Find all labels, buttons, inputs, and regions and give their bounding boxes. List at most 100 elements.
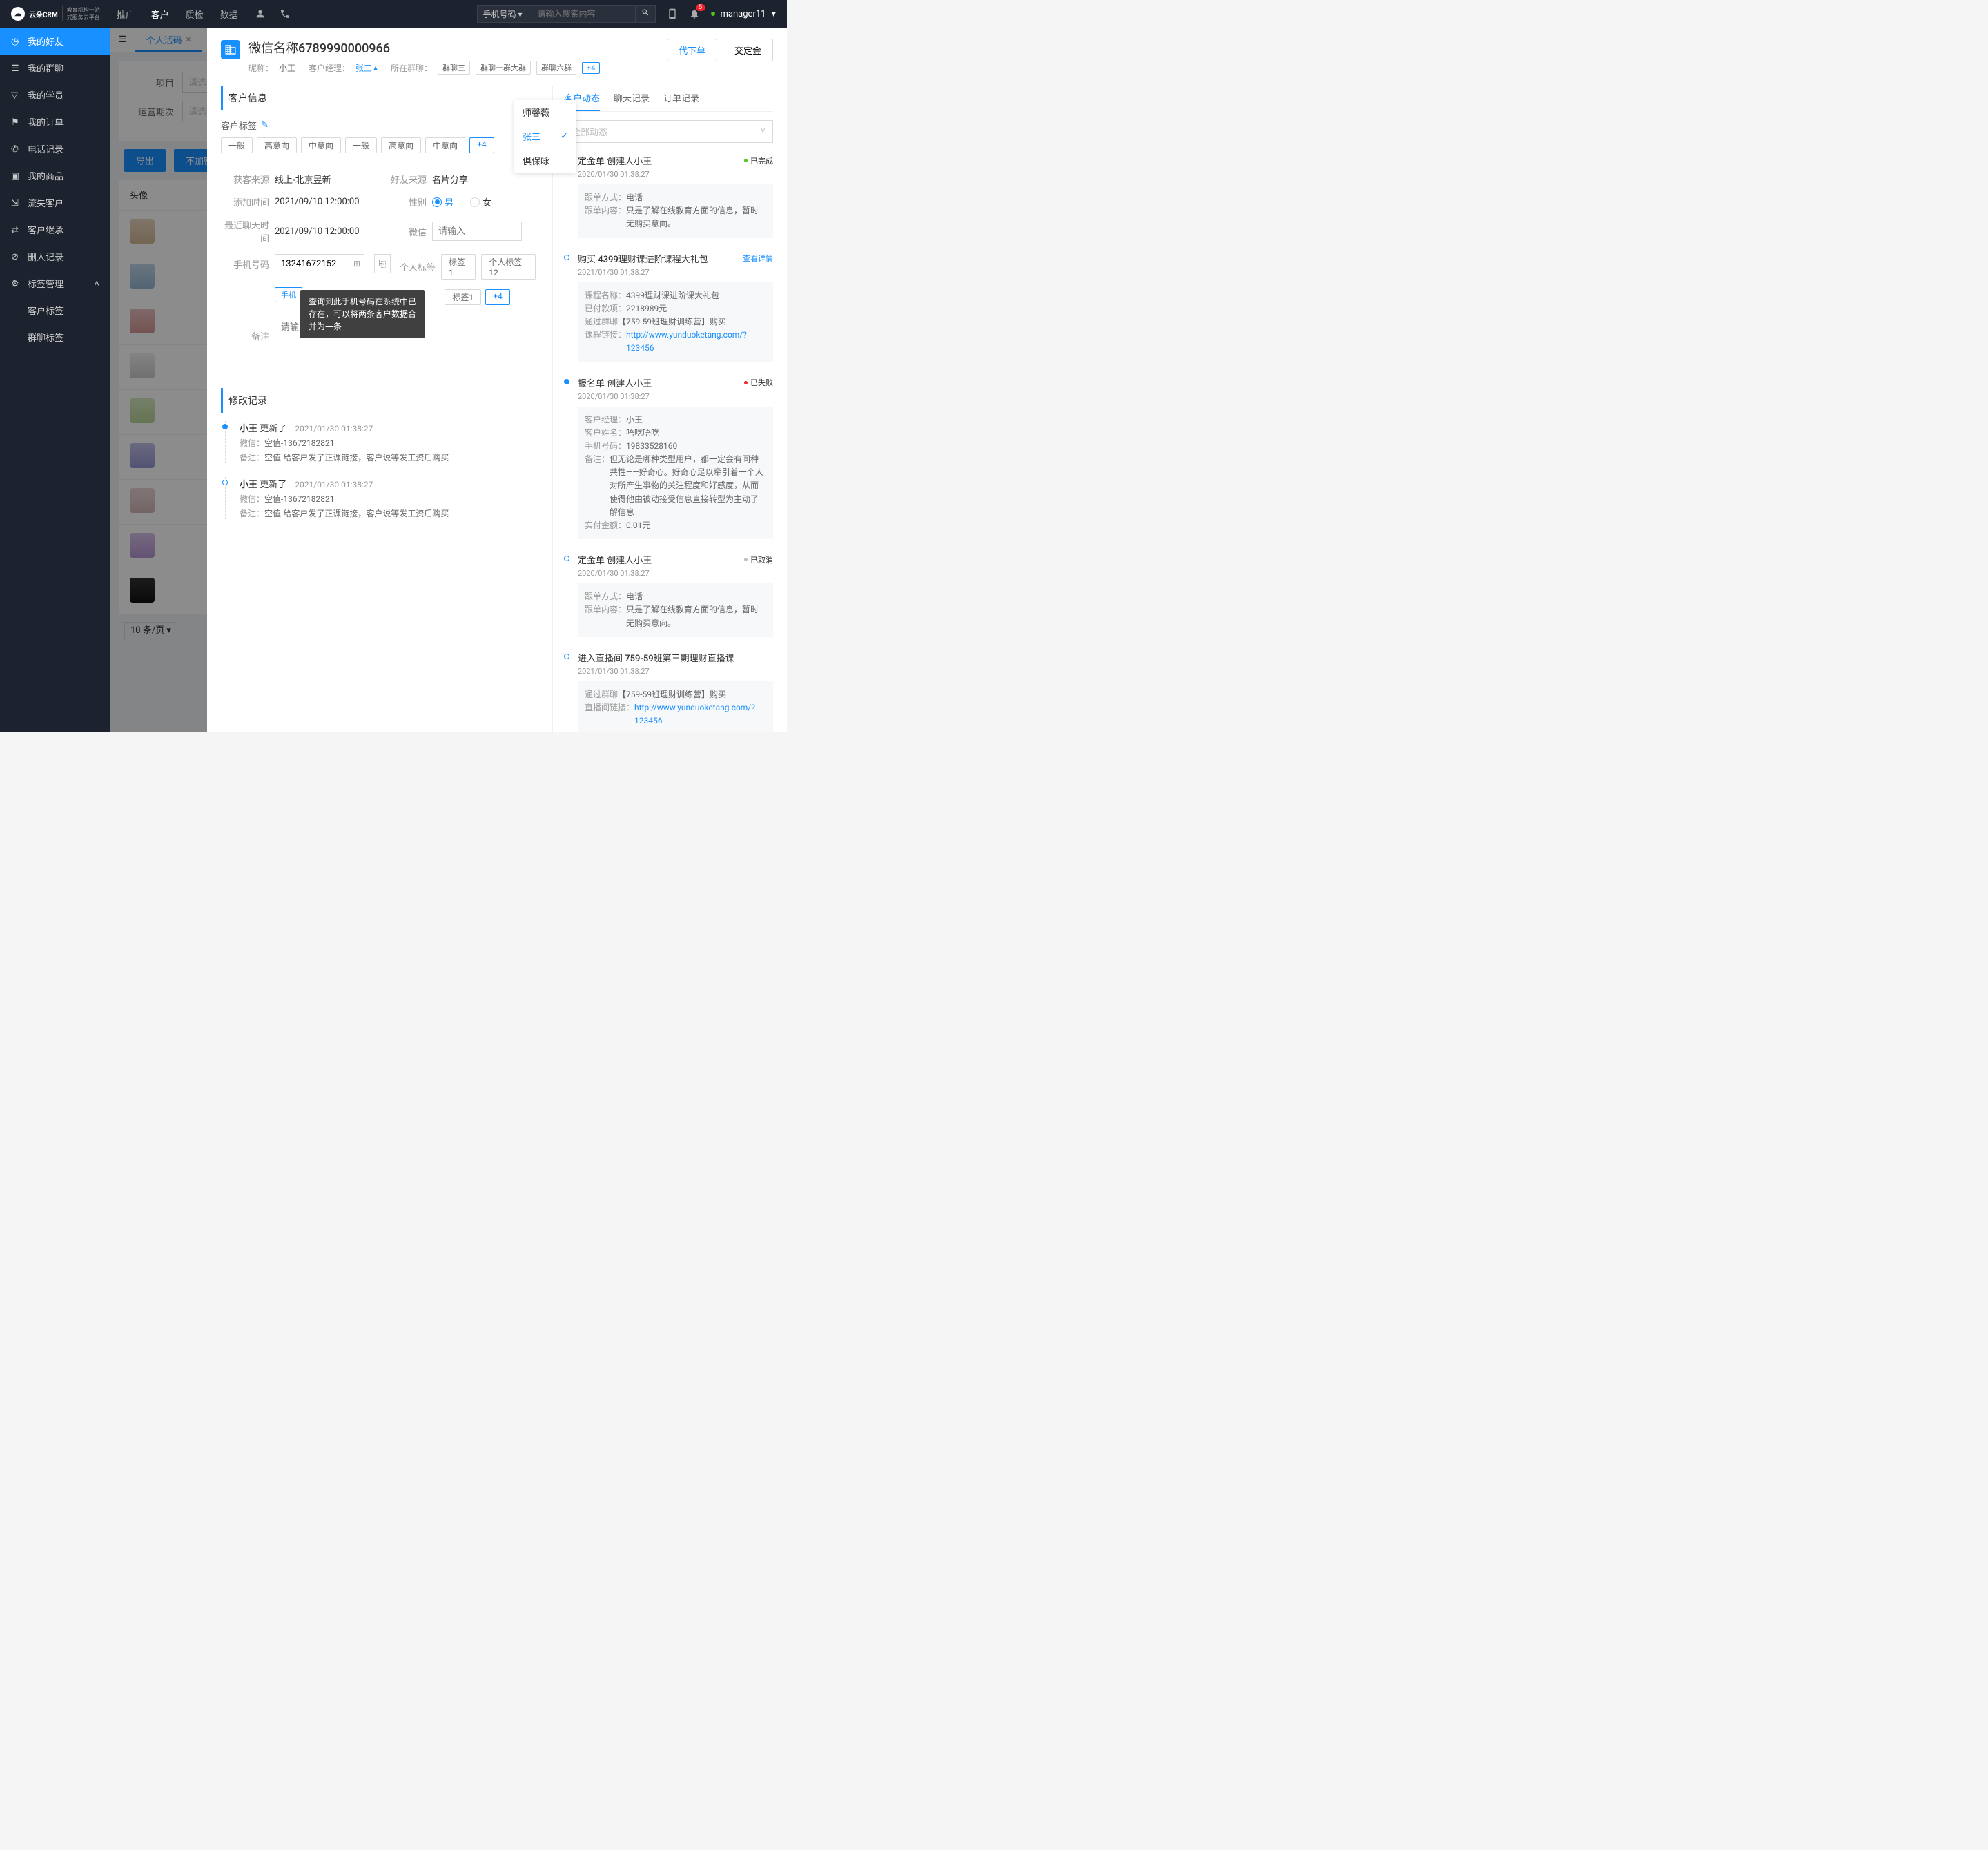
view-detail-link[interactable]: 查看详情 xyxy=(743,253,773,264)
notification-icon[interactable]: 5 xyxy=(689,8,700,19)
sidebar-item-calls[interactable]: ✆电话记录 xyxy=(0,135,110,162)
logo[interactable]: ☁ 云朵CRM 教育机构一站 式服务云平台 xyxy=(11,6,100,21)
timeline-dot-icon xyxy=(564,255,569,260)
user-menu[interactable]: manager11 ▾ xyxy=(711,9,776,19)
timeline-title: 定金单 创建人小王 xyxy=(578,553,652,566)
gender-female-radio[interactable]: 女 xyxy=(470,195,491,208)
sidebar-item-students[interactable]: ▽我的学员 xyxy=(0,81,110,108)
tag-label: 客户标签 xyxy=(221,119,257,132)
chat-icon: ☰ xyxy=(11,64,21,73)
wechat-input[interactable] xyxy=(432,222,522,241)
personal-tag[interactable]: 标签1 xyxy=(441,254,476,280)
timeline-title: 进入直播间 759-59班第三期理财直播课 xyxy=(578,651,734,664)
customer-drawer: 微信名称6789990000966 昵称：小王 | 客户经理： 张三 ▴ | 所… xyxy=(207,28,787,732)
link[interactable]: http://www.yunduoketang.com/?123456 xyxy=(626,329,766,355)
status-dot-icon xyxy=(711,12,715,16)
history-item: 小王 更新了2021/01/30 01:38:27 微信：空值-13672182… xyxy=(225,477,536,519)
nav-promo[interactable]: 推广 xyxy=(117,8,135,21)
scan-icon[interactable]: ⊞ xyxy=(353,259,360,269)
phone-icon[interactable] xyxy=(280,8,291,19)
personal-tag[interactable]: 个人标签12 xyxy=(481,254,536,280)
sidebar-item-inherit[interactable]: ⇄客户继承 xyxy=(0,216,110,243)
nav-customer[interactable]: 客户 xyxy=(151,8,169,21)
personal-tag[interactable]: 标签1 xyxy=(445,289,481,305)
search-button[interactable] xyxy=(636,5,656,23)
sidebar-item-orders[interactable]: ⚑我的订单 xyxy=(0,108,110,135)
dropdown-item[interactable]: 张三✓ xyxy=(514,124,576,148)
tag[interactable]: 高意向 xyxy=(381,137,421,153)
sidebar-item-groups[interactable]: ☰我的群聊 xyxy=(0,55,110,81)
group-tag[interactable]: 群聊六群 xyxy=(536,61,576,75)
phone-input[interactable] xyxy=(275,254,364,273)
tag[interactable]: 中意向 xyxy=(425,137,465,153)
timeline-card: 客户经理：小王客户姓名：唔吃唔吃手机号码：19833528160备注：但无论是哪… xyxy=(578,407,773,540)
copy-icon[interactable]: ⎘ xyxy=(374,254,391,273)
nav-data[interactable]: 数据 xyxy=(220,8,238,21)
edit-icon[interactable]: ✎ xyxy=(261,120,269,130)
mobile-icon[interactable] xyxy=(667,8,678,19)
nav-qc[interactable]: 质检 xyxy=(186,8,204,21)
check-icon: ✓ xyxy=(561,131,568,142)
sidebar: ◷我的好友 ☰我的群聊 ▽我的学员 ⚑我的订单 ✆电话记录 ▣我的商品 ⇲流失客… xyxy=(0,28,110,732)
personal-tag-more[interactable]: +4 xyxy=(485,289,510,305)
link[interactable]: http://www.yunduoketang.com/?123456 xyxy=(634,701,766,728)
gear-icon: ⚙ xyxy=(11,279,21,289)
timeline-card: 课程名称：4399理财课进阶课大礼包已付款项：2218989元通过群聊【759-… xyxy=(578,282,773,362)
sidebar-item-deleted[interactable]: ⊘删人记录 xyxy=(0,243,110,270)
logo-title: 云朵CRM xyxy=(29,9,58,19)
filter-icon: ▽ xyxy=(11,90,21,100)
search-type-select[interactable]: 手机号码 ▾ xyxy=(477,5,532,23)
user-icon[interactable] xyxy=(255,8,266,19)
timeline-dot-icon xyxy=(222,480,228,485)
status-badge: 已完成 xyxy=(744,155,773,166)
timeline-time: 2021/01/30 01:38:27 xyxy=(578,268,773,277)
sidebar-item-products[interactable]: ▣我的商品 xyxy=(0,162,110,189)
phone-type-tag[interactable]: 手机 xyxy=(275,287,302,302)
history-title: 修改记录 xyxy=(221,388,536,413)
group-tag[interactable]: 群聊一群大群 xyxy=(476,61,531,75)
timeline-item: 定金单 创建人小王已取消 2020/01/30 01:38:27 跟单方式：电话… xyxy=(564,553,773,637)
timeline-dot-icon xyxy=(564,379,569,384)
chevron-down-icon: ▾ xyxy=(771,9,776,19)
dropdown-item[interactable]: 师馨薇 xyxy=(514,100,576,124)
manager-select[interactable]: 张三 ▴ xyxy=(355,62,378,74)
manager-dropdown: 师馨薇 张三✓ 俱保咏 xyxy=(514,100,576,173)
deposit-button[interactable]: 交定金 xyxy=(723,39,773,61)
timeline-dot-icon xyxy=(564,654,569,659)
timeline-title: 报名单 创建人小王 xyxy=(578,376,652,389)
sidebar-item-lost[interactable]: ⇲流失客户 xyxy=(0,189,110,216)
timeline-time: 2020/01/30 01:38:27 xyxy=(578,569,773,578)
timeline-time: 2020/01/30 01:38:27 xyxy=(578,392,773,401)
tab-order-log[interactable]: 订单记录 xyxy=(663,86,699,111)
sidebar-sub-customer-tags[interactable]: 客户标签 xyxy=(0,297,110,324)
tab-chat-log[interactable]: 聊天记录 xyxy=(614,86,650,111)
timeline-card: 跟单方式：电话跟单内容：只是了解在线教育方面的信息，暂时无购买意向。 xyxy=(578,184,773,238)
tag[interactable]: 一般 xyxy=(345,137,377,153)
transfer-icon: ⇄ xyxy=(11,225,21,235)
exit-icon: ⇲ xyxy=(11,198,21,208)
sidebar-item-tags[interactable]: ⚙标签管理˄ xyxy=(0,270,110,297)
sidebar-sub-group-tags[interactable]: 群聊标签 xyxy=(0,324,110,351)
history-item: 小王 更新了2021/01/30 01:38:27 微信：空值-13672182… xyxy=(225,421,536,463)
timeline-title: 购买 4399理财课进阶课程大礼包 xyxy=(578,252,708,265)
tag[interactable]: 高意向 xyxy=(257,137,297,153)
search-area: 手机号码 ▾ xyxy=(477,5,656,23)
proxy-order-button[interactable]: 代下单 xyxy=(667,39,717,61)
tag[interactable]: 中意向 xyxy=(301,137,341,153)
search-input[interactable] xyxy=(532,5,636,23)
sidebar-item-friends[interactable]: ◷我的好友 xyxy=(0,28,110,55)
notification-badge: 5 xyxy=(696,4,705,11)
clock-icon: ◷ xyxy=(11,37,21,46)
activity-filter-select[interactable]: 全部动态˅ xyxy=(564,120,773,143)
tag-more[interactable]: +4 xyxy=(469,137,494,153)
tag[interactable]: 一般 xyxy=(221,137,253,153)
tag-icon: ⚑ xyxy=(11,117,21,127)
timeline-time: 2021/01/30 01:38:27 xyxy=(578,667,773,676)
timeline-card: 跟单方式：电话跟单内容：只是了解在线教育方面的信息，暂时无购买意向。 xyxy=(578,583,773,637)
group-more[interactable]: +4 xyxy=(582,62,600,74)
dropdown-item[interactable]: 俱保咏 xyxy=(514,148,576,173)
group-tag[interactable]: 群聊三 xyxy=(438,61,470,75)
gender-male-radio[interactable]: 男 xyxy=(432,195,454,208)
timeline-item: 定金单 创建人小王已完成 2020/01/30 01:38:27 跟单方式：电话… xyxy=(564,154,773,238)
timeline-item: 报名单 创建人小王已失败 2020/01/30 01:38:27 客户经理：小王… xyxy=(564,376,773,540)
